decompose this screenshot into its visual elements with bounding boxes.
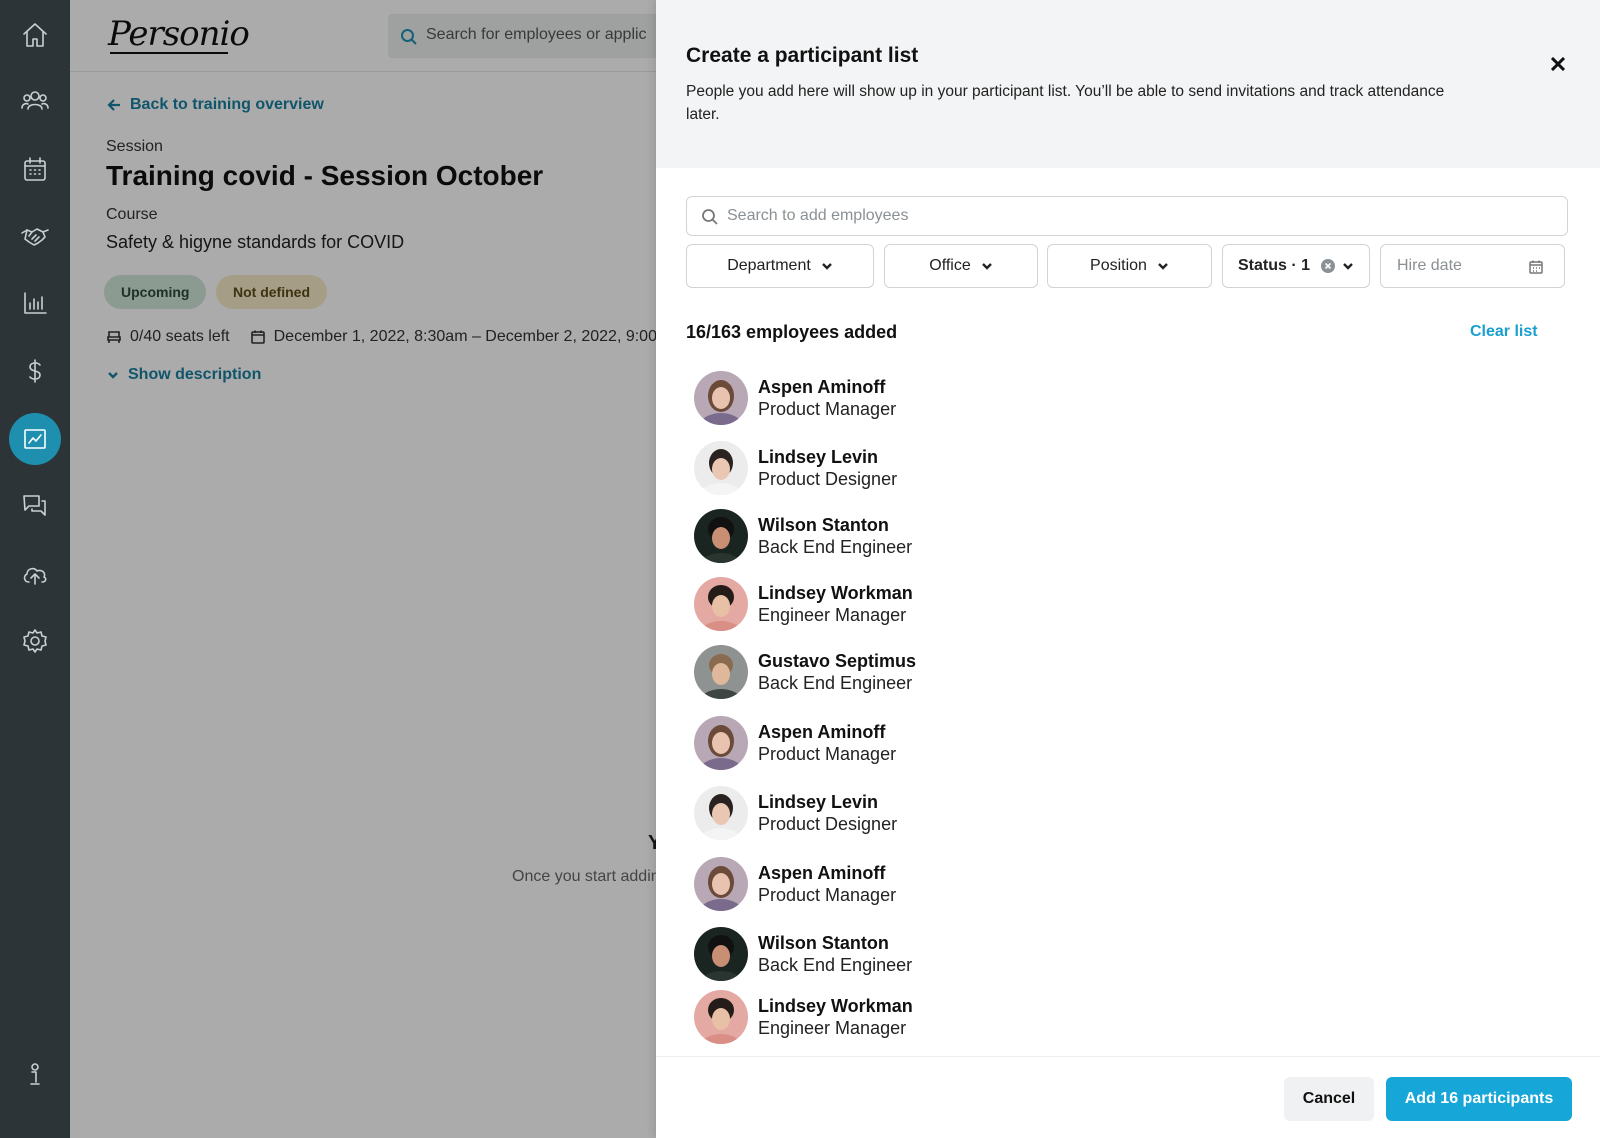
cloud-upload-icon: [23, 567, 47, 585]
employee-role: Product Manager: [758, 744, 897, 764]
gear-icon: [23, 629, 47, 653]
chat-icon: [23, 495, 46, 516]
calendar-icon: [24, 157, 46, 181]
search-icon: [702, 209, 718, 225]
list-item: Lindsey Workman Engineer Manager: [694, 989, 913, 1045]
employee-name: Aspen Aminoff: [758, 377, 886, 397]
employees-added-count: 16/163 employees added: [686, 322, 898, 342]
home-icon: [23, 23, 47, 47]
avatar: [694, 509, 748, 563]
employee-role: Back End Engineer: [758, 955, 913, 975]
filter-office[interactable]: Office: [884, 244, 1038, 288]
training-session-page: Personio Search for employees or applic …: [70, 0, 656, 1138]
modal-backdrop[interactable]: [70, 0, 656, 1138]
drawer-header: Create a participant list People you add…: [656, 0, 1600, 168]
avatar: [694, 786, 748, 840]
dollar-icon: [29, 359, 41, 383]
list-item: Lindsey Levin Product Designer: [694, 440, 897, 496]
performance-icon: [24, 429, 46, 449]
analytics-icon: [24, 292, 47, 314]
clear-list-button[interactable]: Clear list: [1470, 323, 1538, 341]
nav-onboarding[interactable]: [9, 210, 61, 262]
chevron-down-icon: [981, 263, 992, 270]
participant-list-drawer: Create a participant list People you add…: [656, 0, 1600, 1138]
chevron-down-icon: [1158, 263, 1168, 270]
filter-position[interactable]: Position: [1047, 244, 1212, 288]
close-button[interactable]: [1546, 52, 1570, 76]
employee-name: Aspen Aminoff: [758, 722, 886, 742]
employee-name: Lindsey Workman: [758, 583, 913, 603]
drawer-footer: Cancel Add 16 participants: [656, 1056, 1600, 1138]
employee-role: Back End Engineer: [758, 537, 913, 557]
avatar: [694, 577, 748, 631]
employee-name: Lindsey Workman: [758, 996, 913, 1016]
nav-people[interactable]: [9, 75, 61, 127]
list-item: Wilson Stanton Back End Engineer: [694, 508, 912, 564]
clear-filter-icon[interactable]: [1320, 258, 1336, 274]
employee-name: Aspen Aminoff: [758, 863, 886, 883]
list-item: Gustavo Septimus Back End Engineer: [694, 644, 916, 700]
hire-date-placeholder: Hire date: [1397, 257, 1462, 274]
calendar-icon: [1529, 260, 1543, 274]
list-item: Lindsey Levin Product Designer: [694, 785, 897, 841]
nav-payroll[interactable]: [9, 345, 61, 397]
list-item: Aspen Aminoff Product Manager: [694, 856, 896, 912]
nav-help[interactable]: [9, 1048, 61, 1100]
employee-name: Wilson Stanton: [758, 933, 889, 953]
employee-role: Product Designer: [758, 469, 898, 489]
close-icon: [1551, 57, 1565, 71]
handshake-icon: [21, 228, 49, 246]
avatar: [694, 441, 748, 495]
cancel-button[interactable]: Cancel: [1284, 1077, 1374, 1121]
employee-role: Back End Engineer: [758, 673, 913, 693]
employee-role: Product Manager: [758, 885, 897, 905]
info-icon: [30, 1063, 40, 1085]
employee-role: Engineer Manager: [758, 605, 907, 625]
nav-settings[interactable]: [9, 615, 61, 667]
employee-search-input[interactable]: [727, 197, 1547, 235]
employee-name: Lindsey Levin: [758, 792, 879, 812]
employee-name: Wilson Stanton: [758, 515, 889, 535]
avatar: [694, 371, 748, 425]
filter-hire-date[interactable]: Hire date: [1380, 244, 1565, 288]
avatar: [694, 716, 748, 770]
nav-performance[interactable]: [9, 413, 61, 465]
employee-role: Engineer Manager: [758, 1018, 907, 1038]
nav-analytics[interactable]: [9, 277, 61, 329]
list-item: Wilson Stanton Back End Engineer: [694, 926, 912, 982]
employee-name: Gustavo Septimus: [758, 651, 917, 671]
drawer-description: People you add here will show up in your…: [686, 83, 1445, 123]
chevron-down-icon: [1343, 263, 1353, 270]
employee-search: [686, 196, 1568, 236]
nav-messages[interactable]: [9, 480, 61, 532]
add-participants-button[interactable]: Add 16 participants: [1386, 1077, 1572, 1121]
list-item: Aspen Aminoff Product Manager: [694, 370, 896, 426]
avatar: [694, 645, 748, 699]
drawer-title: Create a participant list: [686, 44, 919, 67]
avatar: [694, 927, 748, 981]
employee-role: Product Designer: [758, 814, 898, 834]
employee-list: Aspen Aminoff Product Manager Lindsey Lev…: [656, 355, 1600, 1055]
chevron-down-icon: [821, 263, 832, 270]
main-nav-rail: [0, 0, 70, 1138]
employee-name: Lindsey Levin: [758, 447, 879, 467]
filter-status[interactable]: Status · 1: [1222, 244, 1370, 288]
people-icon: [21, 91, 49, 110]
nav-documents[interactable]: [9, 548, 61, 600]
avatar: [694, 857, 748, 911]
avatar: [694, 990, 748, 1044]
nav-home[interactable]: [9, 9, 61, 61]
filter-department[interactable]: Department: [686, 244, 874, 288]
list-item: Aspen Aminoff Product Manager: [694, 715, 896, 771]
employee-role: Product Manager: [758, 399, 897, 419]
nav-calendar[interactable]: [9, 143, 61, 195]
list-item: Lindsey Workman Engineer Manager: [694, 576, 913, 632]
